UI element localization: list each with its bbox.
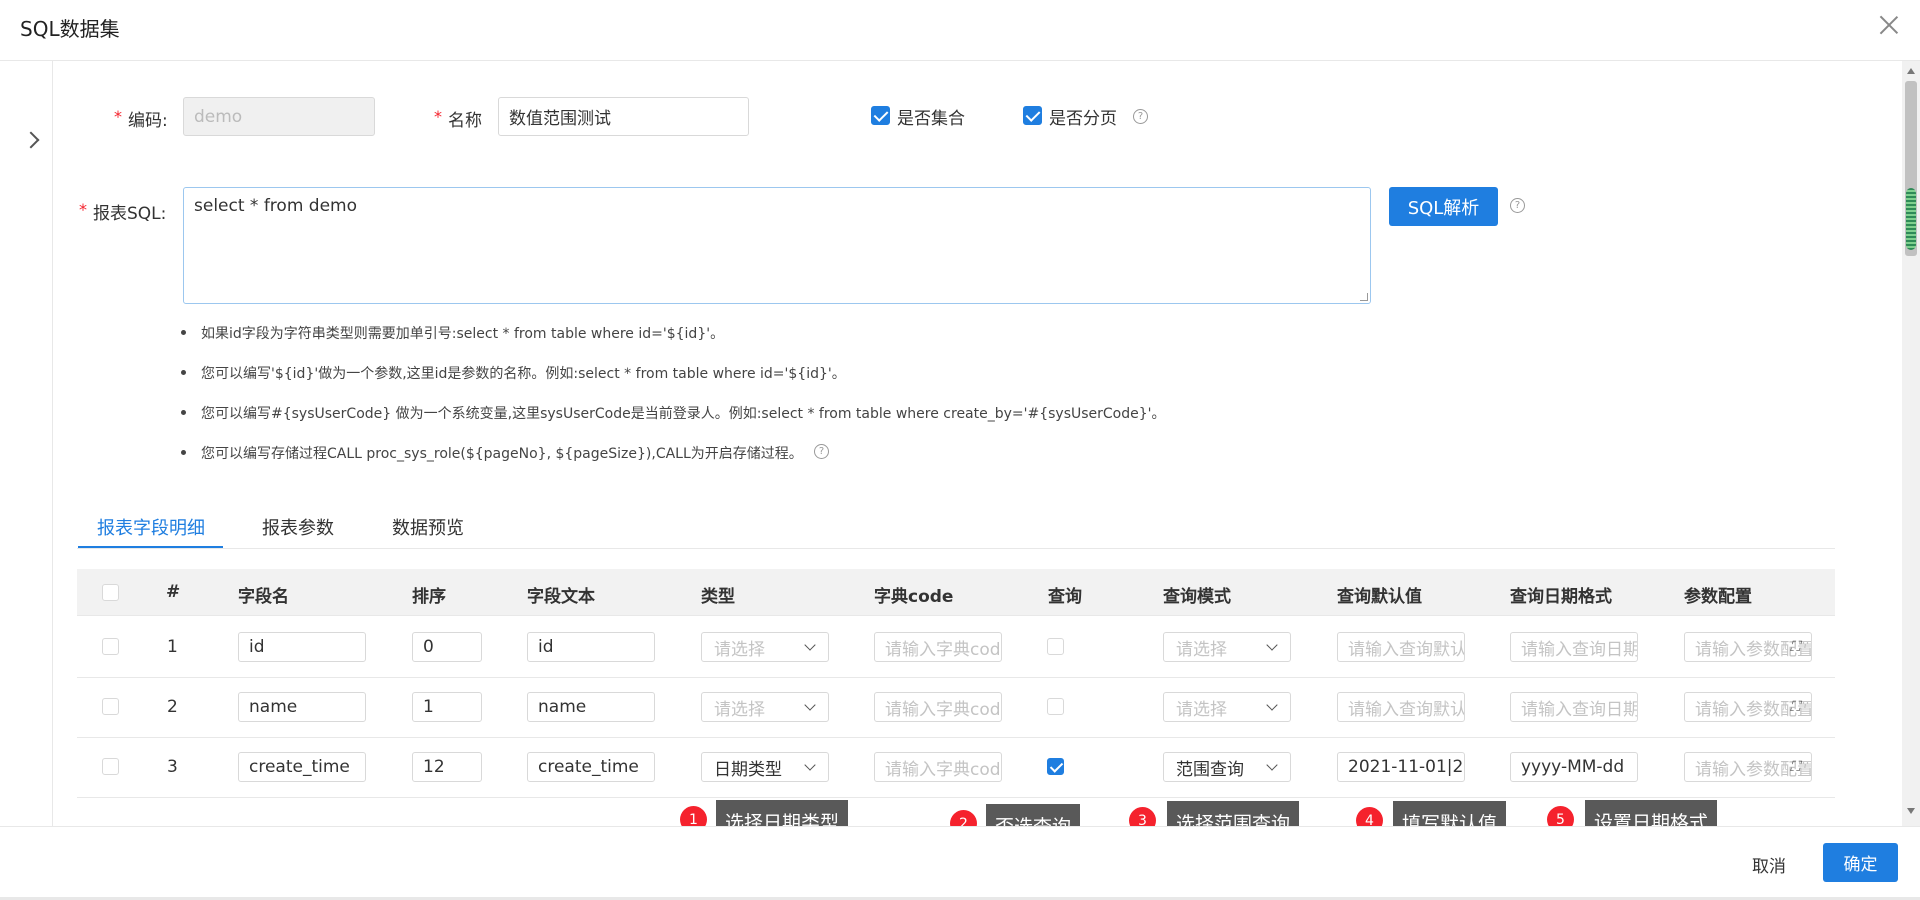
chevron-right-icon[interactable] [22,131,40,149]
resize-grip-icon[interactable] [1360,293,1368,301]
order-input[interactable]: 12 [412,752,482,782]
chevron-down-icon [804,699,816,711]
select-all-checkbox[interactable] [102,584,119,601]
row-index: 2 [167,697,178,717]
name-label: 名称 [448,111,482,131]
default-value-input[interactable]: 请输入查询默认值 [1337,692,1465,722]
modal-title: SQL数据集 [20,17,120,41]
chevron-down-icon [804,639,816,651]
row-divider [77,737,1835,738]
tip-item: 如果id字段为字符串类型则需要加单引号:select * from table … [180,323,724,343]
query-checkbox[interactable] [1047,698,1064,715]
param-config-input[interactable]: 请输入参数配置 ⛶ [1684,752,1812,782]
sql-label: 报表SQL: [93,204,167,224]
row-index: 1 [167,637,178,657]
expand-icon[interactable]: ⛶ [1790,699,1804,715]
is-paged-label: 是否分页 [1049,109,1117,129]
required-mark: * [434,107,442,126]
query-mode-select[interactable]: 请选择 [1163,692,1291,722]
column-header: 查询 [1048,587,1082,607]
default-value-input[interactable]: 请输入查询默认值 [1337,632,1465,662]
help-icon[interactable]: ? [1510,198,1525,213]
active-tab-indicator [78,546,223,548]
sql-parse-button[interactable]: SQL解析 [1389,187,1498,226]
required-mark: * [114,107,122,126]
default-value-input[interactable]: 2021-11-01|20 [1337,752,1465,782]
expand-icon[interactable]: ⛶ [1790,759,1804,775]
scroll-down-icon[interactable] [1907,808,1915,814]
left-collapse-panel [0,61,53,826]
type-select[interactable]: 请选择 [701,632,829,662]
query-checkbox[interactable] [1047,758,1064,775]
is-paged-checkbox[interactable] [1023,106,1042,125]
tip-item: 您可以编写#{sysUserCode} 做为一个系统变量,这里sysUserCo… [181,403,1166,423]
date-format-input[interactable]: 请输入查询日期格式 [1510,632,1638,662]
dict-code-input[interactable]: 请输入字典code [874,752,1002,782]
column-header: 查询默认值 [1337,587,1422,607]
sql-text: select * from demo [194,196,357,216]
scroll-up-icon[interactable] [1907,68,1915,74]
chevron-down-icon [804,759,816,771]
chevron-down-icon [1266,699,1278,711]
tip-item: 您可以编写'${id}'做为一个参数,这里id是参数的名称。例如:select … [181,363,846,383]
date-format-input[interactable]: 请输入查询日期格式 [1510,692,1638,722]
tip-item: 您可以编写存储过程CALL proc_sys_role(${pageNo}, $… [181,443,803,463]
ok-button[interactable]: 确定 [1823,843,1898,882]
query-checkbox[interactable] [1047,638,1064,655]
close-icon[interactable] [1878,14,1900,36]
required-mark: * [79,200,87,219]
query-mode-select[interactable]: 请选择 [1163,632,1291,662]
is-collection-checkbox[interactable] [871,106,890,125]
field-name-input[interactable]: name [238,692,366,722]
code-input[interactable]: demo [183,97,375,136]
dict-code-input[interactable]: 请输入字典code [874,632,1002,662]
row-divider [77,797,1835,798]
chevron-down-icon [1266,759,1278,771]
row-divider [77,677,1835,678]
field-text-input[interactable]: id [527,632,655,662]
column-header: 字典code [874,587,954,607]
modal-header: SQL数据集 [0,0,1920,61]
column-header: 排序 [412,587,446,607]
field-text-input[interactable]: name [527,692,655,722]
chevron-down-icon [1266,639,1278,651]
type-select[interactable]: 请选择 [701,692,829,722]
row-index: 3 [167,757,178,777]
column-header: 类型 [701,587,735,607]
dict-code-input[interactable]: 请输入字典code [874,692,1002,722]
column-header: 查询模式 [1163,587,1231,607]
cancel-button[interactable]: 取消 [1752,852,1786,877]
column-header: 字段名 [238,587,289,607]
help-icon[interactable]: ? [814,444,829,459]
row-checkbox[interactable] [102,758,119,775]
column-header: 字段文本 [527,587,595,607]
order-input[interactable]: 1 [412,692,482,722]
code-label: 编码: [128,111,168,131]
param-config-input[interactable]: 请输入参数配置 ⛶ [1684,632,1812,662]
row-checkbox[interactable] [102,638,119,655]
param-config-input[interactable]: 请输入参数配置 ⛶ [1684,692,1812,722]
field-name-input[interactable]: id [238,632,366,662]
scrollbar-grip[interactable] [1906,188,1916,250]
column-header: 参数配置 [1684,587,1752,607]
tabs-divider [77,548,1835,549]
column-header: # [166,582,181,602]
order-input[interactable]: 0 [412,632,482,662]
tab-report-params[interactable]: 报表参数 [262,514,334,540]
tab-data-preview[interactable]: 数据预览 [392,514,464,540]
date-format-input[interactable]: yyyy-MM-dd [1510,752,1638,782]
query-mode-select[interactable]: 范围查询 [1163,752,1291,782]
is-collection-label: 是否集合 [897,109,965,129]
type-select[interactable]: 日期类型 [701,752,829,782]
sql-textarea[interactable]: select * from demo [183,187,1371,304]
column-header: 查询日期格式 [1510,587,1612,607]
tab-field-details[interactable]: 报表字段明细 [97,514,205,540]
modal-footer [0,826,1920,900]
row-checkbox[interactable] [102,698,119,715]
name-input[interactable]: 数值范围测试 [498,97,749,136]
field-text-input[interactable]: create_time [527,752,655,782]
field-name-input[interactable]: create_time [238,752,366,782]
help-icon[interactable]: ? [1133,109,1148,124]
expand-icon[interactable]: ⛶ [1790,639,1804,655]
